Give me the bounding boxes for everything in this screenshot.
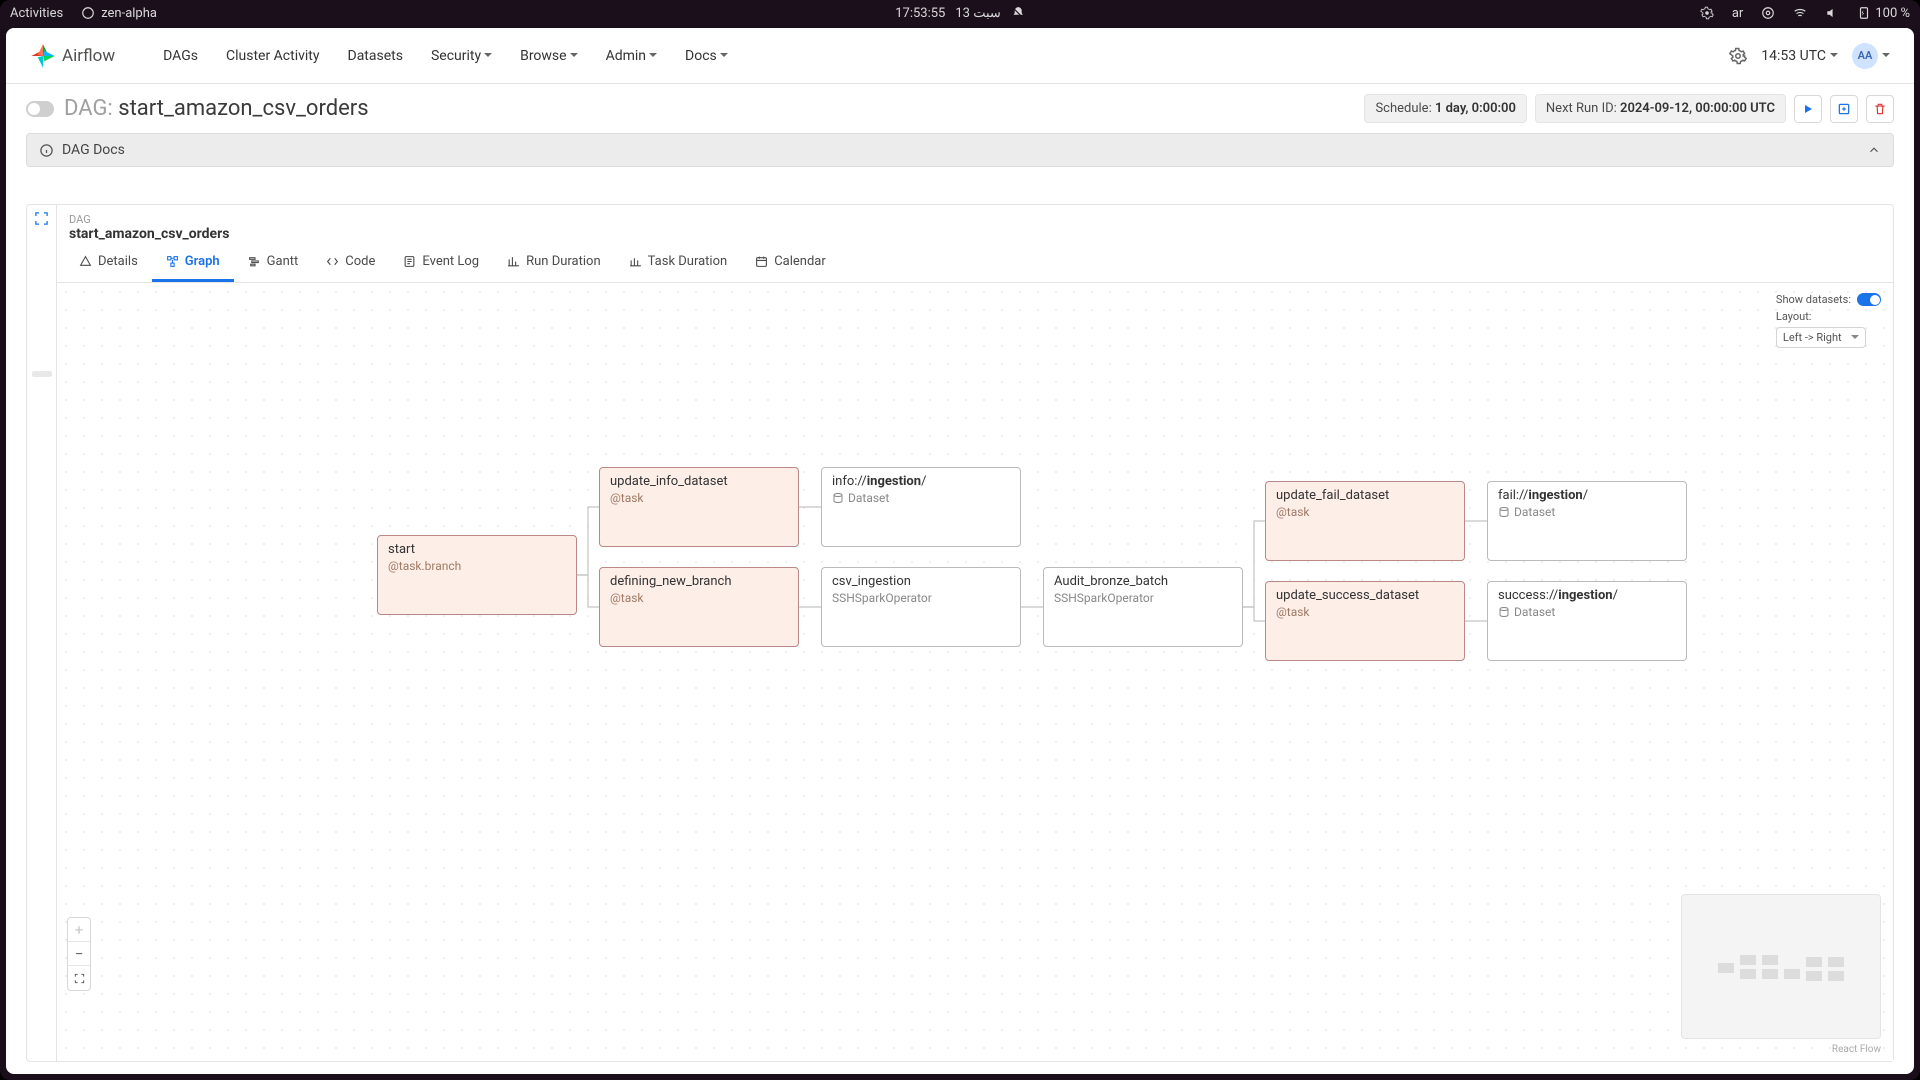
node-defining_new_branch[interactable]: defining_new_branch@task bbox=[599, 567, 799, 647]
expand-icon[interactable] bbox=[34, 211, 49, 226]
zoom-in-button[interactable]: + bbox=[68, 918, 90, 942]
breadcrumb: DAG start_amazon_csv_orders bbox=[57, 205, 1893, 244]
activities-button[interactable]: Activities bbox=[10, 6, 63, 21]
nav-item-security[interactable]: Security bbox=[419, 40, 504, 72]
airflow-logo[interactable]: Airflow bbox=[30, 43, 115, 69]
node-update_success[interactable]: update_success_dataset@task bbox=[1265, 581, 1465, 661]
system-gear-icon[interactable] bbox=[1761, 6, 1775, 20]
node-fail_ds[interactable]: fail://ingestion/Dataset bbox=[1487, 481, 1687, 561]
schedule-pill[interactable]: Schedule: 1 day, 0:00:00 bbox=[1364, 94, 1526, 123]
show-datasets-toggle[interactable] bbox=[1857, 293, 1881, 306]
nav-item-admin[interactable]: Admin bbox=[594, 40, 669, 72]
node-audit[interactable]: Audit_bronze_batchSSHSparkOperator bbox=[1043, 567, 1243, 647]
nav-item-cluster-activity[interactable]: Cluster Activity bbox=[214, 40, 332, 72]
tab-run-duration[interactable]: Run Duration bbox=[493, 244, 615, 282]
nav-clock: 14:53 UTC bbox=[1761, 48, 1838, 64]
nav-item-datasets[interactable]: Datasets bbox=[336, 40, 415, 72]
tab-gantt[interactable]: Gantt bbox=[234, 244, 313, 282]
dag-docs-strip[interactable]: DAG Docs bbox=[26, 133, 1894, 167]
node-success_ds[interactable]: success://ingestion/Dataset bbox=[1487, 581, 1687, 661]
user-avatar[interactable]: AA bbox=[1852, 43, 1878, 69]
os-topbar: Activities zen-alpha 17:53:55 سبت 13 ar … bbox=[0, 0, 1920, 26]
tab-calendar[interactable]: Calendar bbox=[741, 244, 840, 282]
airflow-navbar: Airflow DAGsCluster ActivityDatasetsSecu… bbox=[6, 28, 1914, 84]
trigger-dag-button[interactable] bbox=[1794, 95, 1822, 123]
left-rail bbox=[27, 205, 57, 1061]
tab-graph[interactable]: Graph bbox=[152, 244, 234, 282]
node-csv_ingestion[interactable]: csv_ingestionSSHSparkOperator bbox=[821, 567, 1021, 647]
info-icon bbox=[39, 143, 54, 158]
zoom-out-button[interactable]: − bbox=[68, 942, 90, 966]
react-flow-attribution: React Flow bbox=[1832, 1044, 1881, 1055]
refresh-dag-button[interactable] bbox=[1830, 95, 1858, 123]
battery-indicator[interactable]: 100 % bbox=[1857, 6, 1910, 21]
nav-item-dags[interactable]: DAGs bbox=[151, 40, 210, 72]
app-indicator[interactable]: zen-alpha bbox=[81, 6, 157, 21]
delete-dag-button[interactable] bbox=[1866, 95, 1894, 123]
chevron-up-icon bbox=[1867, 143, 1881, 157]
notifications-muted-icon[interactable] bbox=[1011, 6, 1025, 20]
nav-item-browse[interactable]: Browse bbox=[508, 40, 589, 72]
graph-canvas[interactable]: start@task.branch update_info_dataset@tas… bbox=[57, 283, 1893, 1061]
graph-controls: Show datasets: Layout: Left -> Right bbox=[1776, 293, 1881, 348]
airflow-window: Airflow DAGsCluster ActivityDatasetsSecu… bbox=[6, 28, 1914, 1074]
dag-enable-toggle[interactable] bbox=[26, 101, 54, 117]
dag-header: DAG: start_amazon_csv_orders Schedule: 1… bbox=[6, 84, 1914, 133]
node-update_fail[interactable]: update_fail_dataset@task bbox=[1265, 481, 1465, 561]
next-run-pill[interactable]: Next Run ID: 2024-09-12, 00:00:00 UTC bbox=[1535, 94, 1786, 123]
tab-details[interactable]: Details bbox=[65, 244, 152, 282]
os-lang[interactable]: ar bbox=[1732, 6, 1743, 21]
main-panel: DAG start_amazon_csv_orders DetailsGraph… bbox=[26, 204, 1894, 1062]
layout-select[interactable]: Left -> Right bbox=[1776, 327, 1866, 348]
node-update_info[interactable]: update_info_dataset@task bbox=[599, 467, 799, 547]
node-info_ds[interactable]: info://ingestion/Dataset bbox=[821, 467, 1021, 547]
minimap[interactable] bbox=[1681, 894, 1881, 1039]
nav-item-docs[interactable]: Docs bbox=[673, 40, 740, 72]
tab-code[interactable]: Code bbox=[312, 244, 389, 282]
wifi-icon[interactable] bbox=[1793, 6, 1807, 20]
os-date: سبت 13 bbox=[955, 6, 1000, 21]
volume-icon[interactable] bbox=[1825, 6, 1839, 20]
os-clock: 17:53:55 bbox=[895, 6, 945, 21]
zoom-controls: + − bbox=[67, 917, 91, 991]
settings-gear-icon[interactable] bbox=[1700, 6, 1714, 20]
tab-event-log[interactable]: Event Log bbox=[389, 244, 493, 282]
tab-task-duration[interactable]: Task Duration bbox=[615, 244, 742, 282]
view-tabs: DetailsGraphGanttCodeEvent LogRun Durati… bbox=[57, 244, 1893, 283]
nav-settings-icon[interactable] bbox=[1729, 47, 1747, 65]
zoom-fit-button[interactable] bbox=[68, 966, 90, 990]
node-start[interactable]: start@task.branch bbox=[377, 535, 577, 615]
dag-title: DAG: start_amazon_csv_orders bbox=[64, 96, 369, 121]
